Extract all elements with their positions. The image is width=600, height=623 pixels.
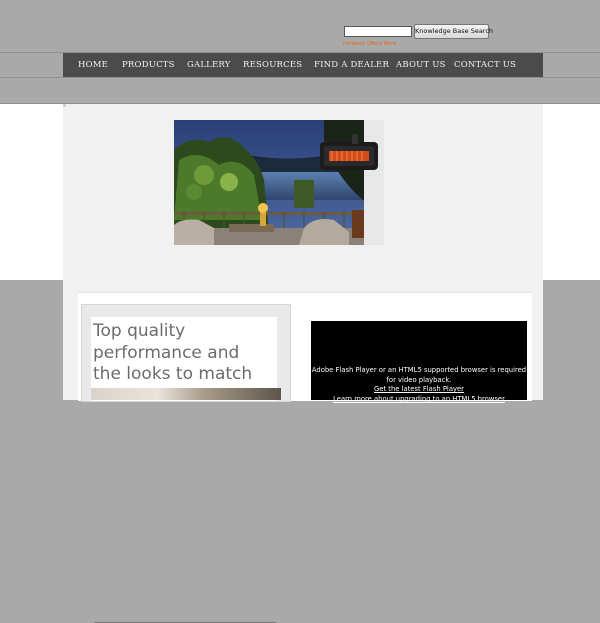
promo-headline-line-3: the looks to match bbox=[93, 364, 253, 384]
hero-image bbox=[174, 120, 384, 245]
main-navigation: HOME PRODUCTS GALLERY RESOURCES FIND A D… bbox=[63, 53, 543, 77]
nav-about-us[interactable]: ABOUT US bbox=[396, 53, 446, 77]
promo-photo bbox=[91, 388, 281, 400]
nav-find-a-dealer[interactable]: FIND A DEALER bbox=[314, 53, 389, 77]
nav-resources[interactable]: RESOURCES bbox=[243, 53, 302, 77]
nav-home[interactable]: HOME bbox=[78, 53, 108, 77]
content-corner-mark bbox=[63, 104, 66, 107]
promo-headline-line-2: performance and bbox=[93, 343, 240, 363]
hero-patio-heater-photo bbox=[174, 120, 384, 245]
get-flash-player-link[interactable]: Get the latest Flash Player bbox=[311, 385, 527, 393]
video-unsupported-message: Adobe Flash Player or an HTML5 supported… bbox=[311, 366, 527, 384]
upgrade-html5-browser-link[interactable]: Learn more about upgrading to an HTML5 b… bbox=[311, 395, 527, 403]
nav-divider bbox=[0, 77, 600, 78]
promo-headline-line-1: Top quality bbox=[93, 321, 186, 341]
content-left-gutter bbox=[0, 104, 63, 280]
knowledge-base-search-input[interactable] bbox=[344, 26, 412, 37]
header-tagline: Infratech Offers More bbox=[343, 41, 397, 47]
content-right-gutter bbox=[543, 104, 600, 280]
knowledge-base-search-button[interactable]: Knowledge Base Search bbox=[414, 24, 493, 39]
nav-contact-us[interactable]: CONTACT US bbox=[454, 53, 516, 77]
nav-gallery[interactable]: GALLERY bbox=[187, 53, 231, 77]
nav-products[interactable]: PRODUCTS bbox=[122, 53, 175, 77]
video-player[interactable]: Adobe Flash Player or an HTML5 supported… bbox=[311, 321, 527, 403]
